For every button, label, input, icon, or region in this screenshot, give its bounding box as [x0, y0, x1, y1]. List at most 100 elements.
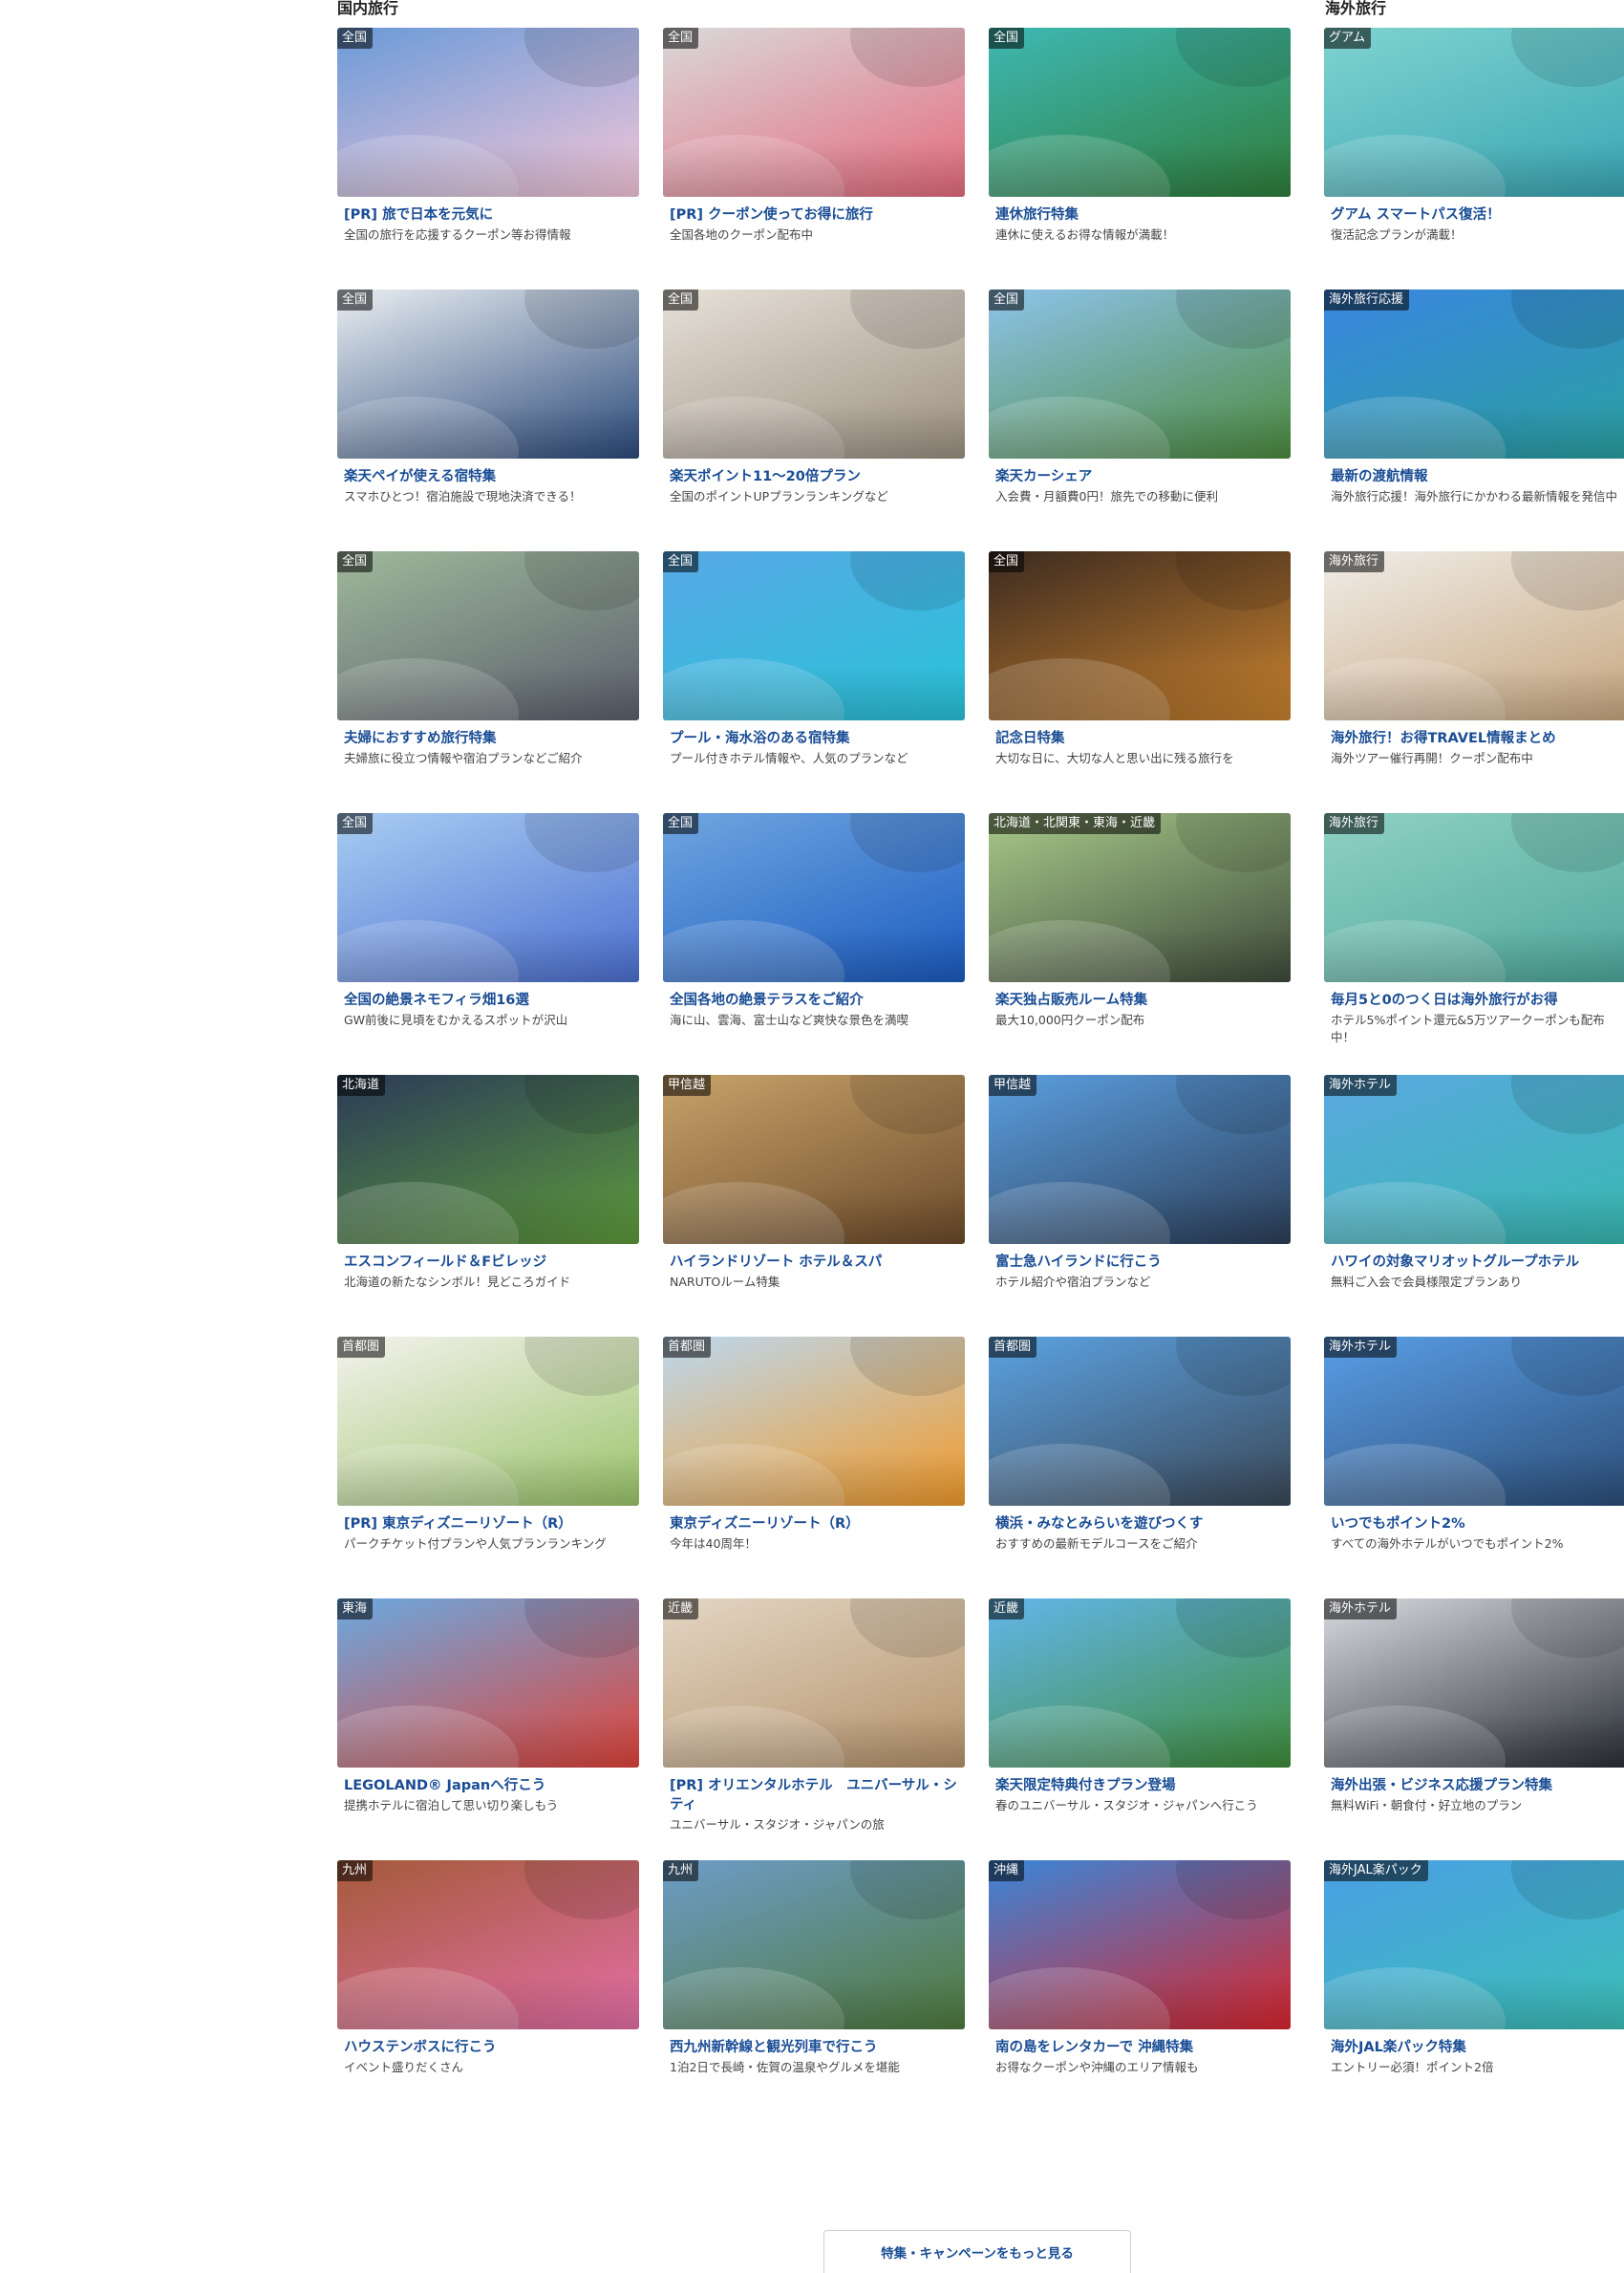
feature-card-image[interactable]: 全国 — [663, 551, 965, 720]
region-badge: 全国 — [989, 289, 1025, 311]
feature-card[interactable]: 北海道・北関東・東海・近畿 楽天独占販売ルーム特集 最大10,000円クーポン配布 — [989, 813, 1291, 1075]
feature-card[interactable]: 甲信越 ハイランドリゾート ホテル＆スパ NARUTOルーム特集 — [663, 1075, 965, 1337]
feature-card-title-link[interactable]: 楽天ポイント11～20倍プラン — [670, 467, 958, 486]
feature-card[interactable]: 海外ホテル 海外出張・ビジネス応援プラン特集 無料WiFi・朝食付・好立地のプラン — [1324, 1598, 1624, 1860]
feature-card-image[interactable]: 全国 — [337, 551, 639, 720]
feature-card-title-link[interactable]: エスコンフィールド＆Fビレッジ — [344, 1253, 632, 1272]
feature-card-title-link[interactable]: 全国各地の絶景テラスをご紹介 — [670, 991, 958, 1010]
feature-card-image[interactable]: 海外JAL楽パック — [1324, 1860, 1624, 2029]
feature-card-title-link[interactable]: プール・海水浴のある宿特集 — [670, 729, 958, 748]
feature-card-title-link[interactable]: 東京ディズニーリゾート（R） — [670, 1514, 958, 1533]
feature-card-image[interactable]: 全国 — [337, 289, 639, 459]
feature-card[interactable]: 海外ホテル ハワイの対象マリオットグループホテル 無料ご入会で会員様限定プランあり — [1324, 1075, 1624, 1337]
feature-card-title-link[interactable]: ハワイの対象マリオットグループホテル — [1331, 1253, 1619, 1272]
feature-card-image[interactable]: 北海道 — [337, 1075, 639, 1244]
feature-card[interactable]: 全国 楽天ペイが使える宿特集 スマホひとつ！宿泊施設で現地決済できる！ — [337, 289, 639, 551]
feature-card-image[interactable]: グアム — [1324, 28, 1624, 197]
feature-card-title-link[interactable]: [PR] クーポン使ってお得に旅行 — [670, 205, 958, 225]
feature-card-title-link[interactable]: 毎月5と0のつく日は海外旅行がお得 — [1331, 991, 1619, 1010]
feature-card[interactable]: 首都圏 東京ディズニーリゾート（R） 今年は40周年！ — [663, 1337, 965, 1598]
feature-card[interactable]: 北海道 エスコンフィールド＆Fビレッジ 北海道の新たなシンボル！見どころガイド — [337, 1075, 639, 1337]
feature-card-title-link[interactable]: 記念日特集 — [995, 729, 1284, 748]
feature-card-title-link[interactable]: 海外JAL楽パック特集 — [1331, 2038, 1619, 2057]
feature-card[interactable]: 全国夫婦におすすめ旅行特集夫婦旅に役立つ情報や宿泊プランなどご紹介 — [337, 551, 639, 813]
feature-card[interactable]: 海外旅行 海外旅行！お得TRAVEL情報まとめ 海外ツアー催行再開！クーポン配布中 — [1324, 551, 1624, 813]
feature-card-image[interactable]: 海外ホテル — [1324, 1598, 1624, 1768]
feature-card[interactable]: 沖縄 南の島をレンタカーで 沖縄特集 お得なクーポンや沖縄のエリア情報も — [989, 1860, 1291, 2122]
feature-card-image[interactable]: 海外旅行 — [1324, 551, 1624, 720]
feature-card[interactable]: 海外旅行 毎月5と0のつく日は海外旅行がお得 ホテル5%ポイント還元&5万ツアークー… — [1324, 813, 1624, 1075]
feature-card-title-link[interactable]: 楽天ペイが使える宿特集 — [344, 467, 632, 486]
feature-card-title-link[interactable]: 夫婦におすすめ旅行特集 — [344, 729, 632, 748]
feature-card[interactable]: 首都圏 [PR] 東京ディズニーリゾート（R） パークチケット付プランや人気プランラ… — [337, 1337, 639, 1598]
feature-card-title-link[interactable]: 南の島をレンタカーで 沖縄特集 — [995, 2038, 1284, 2057]
feature-card[interactable]: 全国 [PR] クーポン使ってお得に旅行 全国各地のクーポン配布中 — [663, 28, 965, 289]
feature-card-title-link[interactable]: 海外旅行！お得TRAVEL情報まとめ — [1331, 729, 1619, 748]
feature-card[interactable]: 全国 楽天ポイント11～20倍プラン 全国のポイントUPプランランキングなど — [663, 289, 965, 551]
feature-card-image[interactable]: 九州 — [337, 1860, 639, 2029]
feature-card[interactable]: 首都圏 横浜・みなとみらいを遊びつくす おすすめの最新モデルコースをご紹介 — [989, 1337, 1291, 1598]
feature-card[interactable]: 全国 楽天カーシェア 入会費・月額費0円！旅先での移動に便利 — [989, 289, 1291, 551]
feature-card-image[interactable]: 甲信越 — [989, 1075, 1291, 1244]
feature-card[interactable]: 九州 西九州新幹線と観光列車で行こう 1泊2日で長崎・佐賀の温泉やグルメを堪能 — [663, 1860, 965, 2122]
feature-card-image[interactable]: 全国 — [663, 289, 965, 459]
feature-card-title-link[interactable]: 連休旅行特集 — [995, 205, 1284, 225]
feature-card-title-link[interactable]: LEGOLAND® Japanへ行こう — [344, 1776, 632, 1795]
see-more-campaigns-button[interactable]: 特集・キャンペーンをもっと見る — [823, 2230, 1131, 2273]
feature-card[interactable]: 全国 記念日特集 大切な日に、大切な人と思い出に残る旅行を — [989, 551, 1291, 813]
feature-card-description: 海外旅行応援！海外旅行にかかわる最新情報を発信中 — [1331, 489, 1618, 504]
feature-card-image[interactable]: 海外ホテル — [1324, 1337, 1624, 1506]
feature-card-title-link[interactable]: ハイランドリゾート ホテル＆スパ — [670, 1253, 958, 1272]
feature-card-image[interactable]: 海外ホテル — [1324, 1075, 1624, 1244]
feature-card-title-link[interactable]: グアム スマートパス復活！ — [1331, 205, 1619, 225]
feature-card-image[interactable]: 近畿 — [989, 1598, 1291, 1768]
feature-card-title-link[interactable]: 横浜・みなとみらいを遊びつくす — [995, 1514, 1284, 1533]
feature-card-image[interactable]: 全国 — [663, 813, 965, 982]
feature-card-image[interactable]: 全国 — [989, 289, 1291, 459]
feature-card-description: 夫婦旅に役立つ情報や宿泊プランなどご紹介 — [344, 751, 583, 765]
feature-card-title-link[interactable]: 最新の渡航情報 — [1331, 467, 1619, 486]
feature-card-image[interactable]: 全国 — [337, 813, 639, 982]
feature-card[interactable]: 海外旅行応援最新の渡航情報海外旅行応援！海外旅行にかかわる最新情報を発信中 — [1324, 289, 1624, 551]
feature-card-image[interactable]: 全国 — [989, 551, 1291, 720]
feature-card-title-link[interactable]: [PR] オリエンタルホテル ユニバーサル・シティ — [670, 1776, 958, 1814]
feature-card[interactable]: 近畿 [PR] オリエンタルホテル ユニバーサル・シティ ユニバーサル・スタジオ・ジ… — [663, 1598, 965, 1860]
feature-card-image[interactable]: 首都圏 — [337, 1337, 639, 1506]
feature-card-image[interactable]: 全国 — [989, 28, 1291, 197]
feature-card-title-link[interactable]: 海外出張・ビジネス応援プラン特集 — [1331, 1776, 1619, 1795]
feature-card-image[interactable]: 甲信越 — [663, 1075, 965, 1244]
feature-card[interactable]: 全国 連休旅行特集 連休に使えるお得な情報が満載！ — [989, 28, 1291, 289]
feature-card-image[interactable]: 北海道・北関東・東海・近畿 — [989, 813, 1291, 982]
feature-card-title-link[interactable]: 楽天独占販売ルーム特集 — [995, 991, 1284, 1010]
feature-card-image[interactable]: 首都圏 — [989, 1337, 1291, 1506]
feature-card[interactable]: 全国 プール・海水浴のある宿特集 プール付きホテル情報や、人気のプランなど — [663, 551, 965, 813]
feature-card-image[interactable]: 東海 — [337, 1598, 639, 1768]
feature-card-image[interactable]: 九州 — [663, 1860, 965, 2029]
feature-card-title-link[interactable]: 富士急ハイランドに行こう — [995, 1253, 1284, 1272]
feature-card[interactable]: 東海 LEGOLAND® Japanへ行こう 提携ホテルに宿泊して思い切り楽しもう — [337, 1598, 639, 1860]
feature-card[interactable]: 全国 全国各地の絶景テラスをご紹介 海に山、雲海、富士山など爽快な景色を満喫 — [663, 813, 965, 1075]
feature-card[interactable]: 全国 全国の絶景ネモフィラ畑16選 GW前後に見頃をむかえるスポットが沢山 — [337, 813, 639, 1075]
feature-card[interactable]: グアム グアム スマートパス復活！ 復活記念プランが満載！ — [1324, 28, 1624, 289]
feature-card-title-link[interactable]: [PR] 旅で日本を元気に — [344, 205, 632, 225]
feature-card[interactable]: 海外JAL楽パック 海外JAL楽パック特集 エントリー必須！ポイント2倍 — [1324, 1860, 1624, 2122]
feature-card-image[interactable]: 近畿 — [663, 1598, 965, 1768]
feature-card-image[interactable]: 全国 — [663, 28, 965, 197]
feature-card-title-link[interactable]: 全国の絶景ネモフィラ畑16選 — [344, 991, 632, 1010]
feature-card[interactable]: 甲信越 富士急ハイランドに行こう ホテル紹介や宿泊プランなど — [989, 1075, 1291, 1337]
feature-card-title-link[interactable]: 楽天限定特典付きプラン登場 — [995, 1776, 1284, 1795]
feature-card-image[interactable]: 首都圏 — [663, 1337, 965, 1506]
feature-card[interactable]: 全国 [PR] 旅で日本を元気に 全国の旅行を応援するクーポン等お得情報 — [337, 28, 639, 289]
feature-card-image[interactable]: 海外旅行 — [1324, 813, 1624, 982]
feature-card[interactable]: 海外ホテル いつでもポイント2% すべての海外ホテルがいつでもポイント2% — [1324, 1337, 1624, 1598]
feature-card-image[interactable]: 全国 — [337, 28, 639, 197]
feature-card-image[interactable]: 沖縄 — [989, 1860, 1291, 2029]
feature-card[interactable]: 近畿 楽天限定特典付きプラン登場 春のユニバーサル・スタジオ・ジャパンへ行こう — [989, 1598, 1291, 1860]
feature-card-title-link[interactable]: 西九州新幹線と観光列車で行こう — [670, 2038, 958, 2057]
feature-card-title-link[interactable]: ハウステンボスに行こう — [344, 2038, 632, 2057]
feature-card-title-link[interactable]: いつでもポイント2% — [1331, 1514, 1619, 1533]
feature-card-title-link[interactable]: 楽天カーシェア — [995, 467, 1284, 486]
feature-card-title-link[interactable]: [PR] 東京ディズニーリゾート（R） — [344, 1514, 632, 1533]
feature-card-image[interactable]: 海外旅行応援 — [1324, 289, 1624, 459]
feature-card[interactable]: 九州 ハウステンボスに行こう イベント盛りだくさん — [337, 1860, 639, 2122]
